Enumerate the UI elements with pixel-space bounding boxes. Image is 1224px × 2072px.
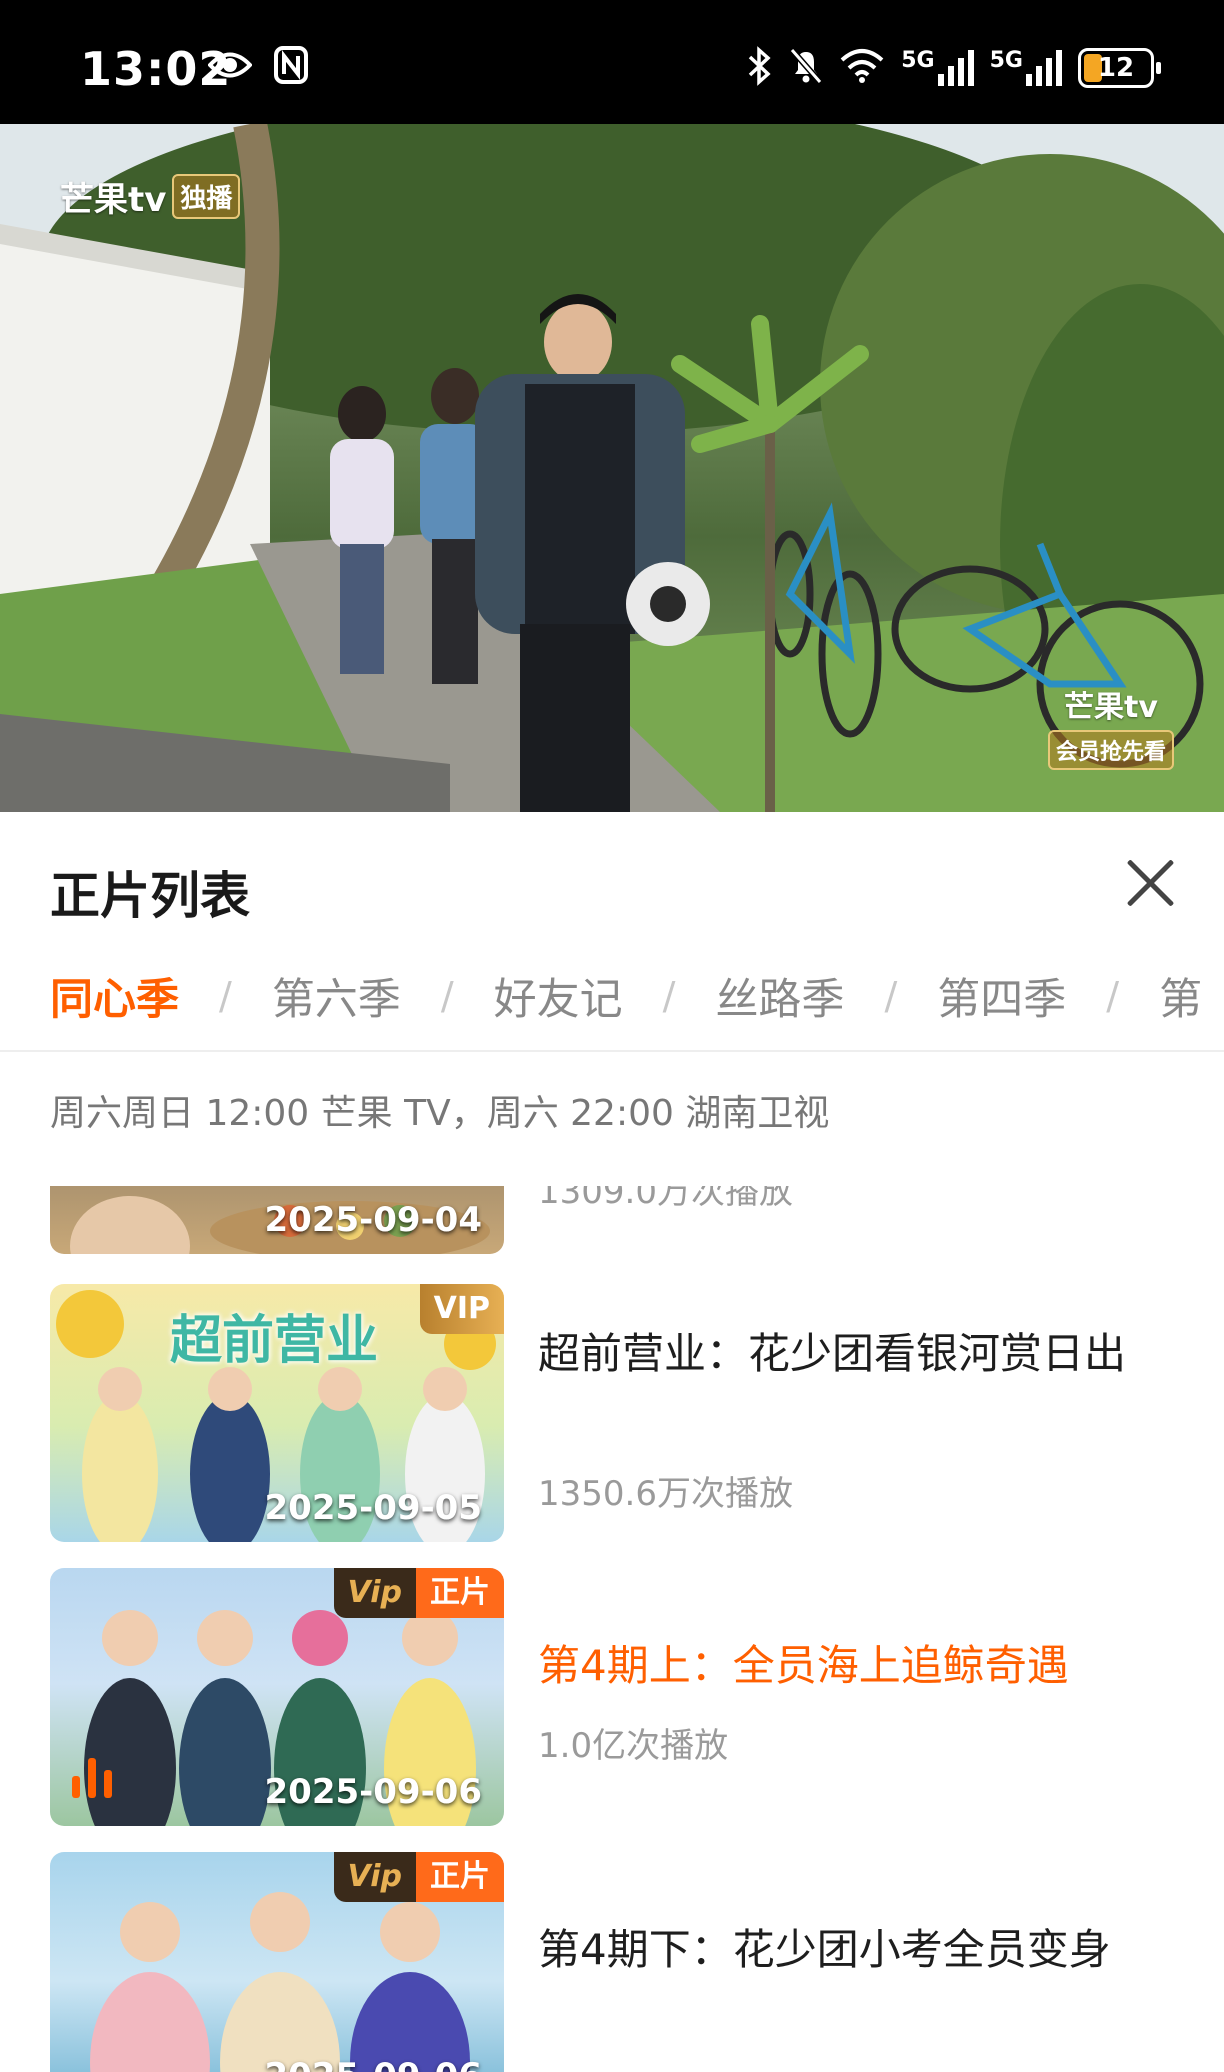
episode-date: 2025-09-06 [264, 1772, 482, 1812]
video-player[interactable]: 芒果tv 独播 芒果tv 会员抢先看 [0, 124, 1224, 812]
thumbnail-title: 超前营业 [170, 1311, 379, 1371]
eye-icon [207, 50, 253, 84]
badge-group: Vip 正片 [333, 1568, 504, 1618]
episode-item[interactable]: 超前营业 VIP 2025-09-05 超前营业：花少团看银河赏日出 1350.… [0, 1284, 1224, 1542]
episode-date: 2025-09-06 [265, 2056, 482, 2072]
episode-date: 2025-09-04 [264, 1200, 482, 1240]
nfc-icon [274, 46, 308, 88]
episode-views: 1309.0万次播放 [538, 1186, 793, 1212]
tab-season-0[interactable]: 同心季 [50, 966, 179, 1026]
episode-item-current[interactable]: Vip 正片 2025-09-06 第4期上：全员海上追鲸奇遇 1.0亿次播放 [0, 1568, 1224, 1826]
bluetooth-icon [747, 46, 773, 90]
vip-icon: Vip [333, 1568, 416, 1618]
watermark-bottom: 芒果tv 会员抢先看 [1047, 682, 1174, 770]
episode-item[interactable]: Vip 正片 2025-09-06 第4期下：花少团小考全员变身 [0, 1852, 1224, 2072]
badge-group: VIP [419, 1284, 504, 1334]
tab-season-5[interactable]: 第 [1159, 966, 1202, 1026]
vip-badge: VIP [419, 1284, 504, 1334]
episode-list[interactable]: 2025-09-04 1309.0万次播放 超前营业 VIP 2025-09-0… [0, 1186, 1224, 2072]
episode-thumbnail[interactable]: 超前营业 VIP 2025-09-05 [50, 1284, 504, 1542]
video-frame [0, 124, 1224, 812]
episode-thumbnail[interactable]: 2025-09-04 [50, 1186, 504, 1254]
status-bar: 13:02 5G 5G 12 [0, 0, 1224, 124]
status-left-icons [207, 46, 308, 88]
exclusive-tag: 独播 [172, 174, 241, 219]
watermark-top: 芒果tv 独播 [60, 172, 241, 221]
vip-preview-tag: 会员抢先看 [1047, 730, 1174, 770]
episode-thumbnail[interactable]: Vip 正片 2025-09-06 [50, 1852, 504, 2072]
battery-level: 12 [1097, 53, 1135, 83]
episode-title[interactable]: 第4期上：全员海上追鲸奇遇 [538, 1634, 1178, 1698]
tab-season-4[interactable]: 第四季 [937, 966, 1066, 1026]
signal-5g-icon: 5G [990, 50, 1062, 86]
tab-season-2[interactable]: 好友记 [494, 966, 623, 1026]
now-playing-icon [72, 1758, 112, 1798]
tab-season-3[interactable]: 丝路季 [715, 966, 844, 1026]
episode-item[interactable]: 2025-09-04 1309.0万次播放 [0, 1186, 1224, 1254]
main-feature-badge: 正片 [416, 1568, 504, 1618]
tab-season-1[interactable]: 第六季 [272, 966, 401, 1026]
episode-views: 1.0亿次播放 [538, 1726, 729, 1766]
episode-thumbnail[interactable]: Vip 正片 2025-09-06 [50, 1568, 504, 1826]
status-right-icons: 5G 5G 12 [747, 46, 1161, 90]
tab-separator: / [884, 974, 898, 1018]
panel-title: 正片列表 [50, 867, 250, 925]
battery-icon: 12 [1078, 48, 1161, 88]
episode-title[interactable]: 第4期下：花少团小考全员变身 [538, 1918, 1178, 1982]
wifi-icon [839, 48, 885, 88]
tab-separator: / [662, 974, 676, 1018]
main-feature-badge: 正片 [416, 1852, 504, 1902]
tab-separator: / [440, 974, 454, 1018]
season-tabs: 同心季 / 第六季 / 好友记 / 丝路季 / 第四季 / 第 [50, 966, 1224, 1026]
close-icon[interactable] [1124, 856, 1178, 910]
tab-separator: / [219, 974, 232, 1018]
mango-tv-logo-bottom: 芒果tv [1064, 690, 1158, 725]
vip-icon: Vip [333, 1852, 416, 1902]
broadcast-schedule: 周六周日 12:00 芒果 TV，周六 22:00 湖南卫视 [50, 1093, 830, 1134]
mango-tv-logo: 芒果tv [60, 180, 167, 220]
mute-bell-icon [789, 46, 823, 90]
episode-date: 2025-09-05 [264, 1488, 482, 1528]
episode-title[interactable]: 超前营业：花少团看银河赏日出 [538, 1322, 1178, 1386]
tab-separator: / [1106, 974, 1120, 1018]
episode-views: 1350.6万次播放 [538, 1474, 793, 1514]
signal-5g-icon: 5G [901, 50, 974, 86]
divider [0, 1050, 1224, 1052]
badge-group: Vip 正片 [333, 1852, 504, 1902]
